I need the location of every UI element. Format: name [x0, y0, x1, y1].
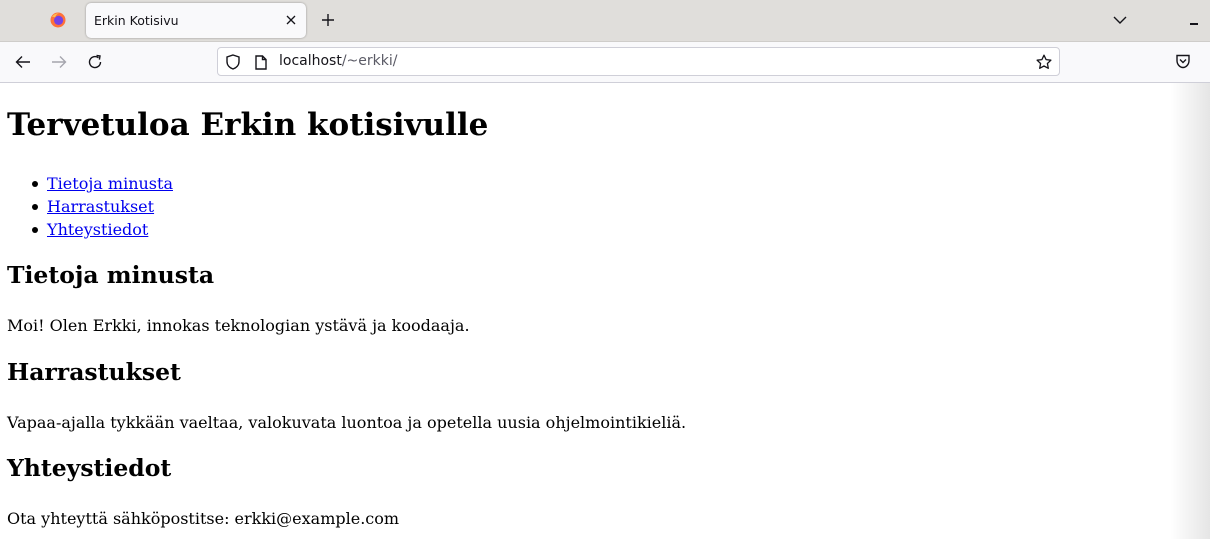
chevron-down-icon[interactable]	[1110, 10, 1130, 30]
page-nav-list: Tietoja minusta Harrastukset Yhteystiedo…	[32, 172, 173, 241]
firefox-logo-icon[interactable]	[50, 12, 66, 28]
url-host: localhost	[279, 53, 342, 69]
nav-list-item: Harrastukset	[32, 195, 173, 218]
tracking-shield-icon[interactable]	[224, 53, 242, 71]
bookmark-star-icon[interactable]	[1035, 53, 1053, 71]
page-content: Tervetuloa Erkin kotisivulle Tietoja min…	[0, 83, 1210, 539]
page-heading: Tervetuloa Erkin kotisivulle	[7, 107, 489, 143]
section-heading-yhteystiedot: Yhteystiedot	[7, 454, 172, 482]
section-text-yhteystiedot: Ota yhteyttä sähköpostitse: erkki@exampl…	[7, 509, 400, 528]
nav-list-item: Yhteystiedot	[32, 218, 173, 241]
nav-list-item: Tietoja minusta	[32, 172, 173, 195]
section-text-harrastukset: Vapaa-ajalla tykkään vaeltaa, valokuvata…	[7, 413, 687, 432]
tab-strip: Erkin Kotisivu	[0, 0, 1210, 42]
section-heading-harrastukset: Harrastukset	[7, 358, 181, 386]
reload-icon[interactable]	[83, 50, 107, 74]
navigation-toolbar: localhost/~erkki/	[0, 42, 1210, 83]
back-arrow-icon[interactable]	[11, 50, 35, 74]
forward-arrow-icon[interactable]	[47, 50, 71, 74]
tab-title: Erkin Kotisivu	[94, 13, 179, 28]
active-tab[interactable]: Erkin Kotisivu	[86, 3, 306, 38]
section-text-tietoja: Moi! Olen Erkki, innokas teknologian yst…	[7, 316, 470, 335]
nav-link-harrastukset[interactable]: Harrastukset	[47, 197, 154, 216]
pocket-icon[interactable]	[1172, 50, 1194, 72]
nav-link-yhteystiedot[interactable]: Yhteystiedot	[47, 220, 148, 239]
close-tab-icon[interactable]	[282, 11, 300, 29]
page-info-icon[interactable]	[252, 53, 270, 71]
new-tab-icon[interactable]	[318, 10, 338, 30]
section-heading-tietoja: Tietoja minusta	[7, 261, 215, 289]
nav-link-tietoja[interactable]: Tietoja minusta	[47, 174, 173, 193]
minimize-icon[interactable]	[1184, 10, 1204, 30]
address-bar[interactable]: localhost/~erkki/	[217, 47, 1060, 76]
url-text: localhost/~erkki/	[279, 53, 397, 69]
url-path: /~erkki/	[341, 53, 398, 69]
